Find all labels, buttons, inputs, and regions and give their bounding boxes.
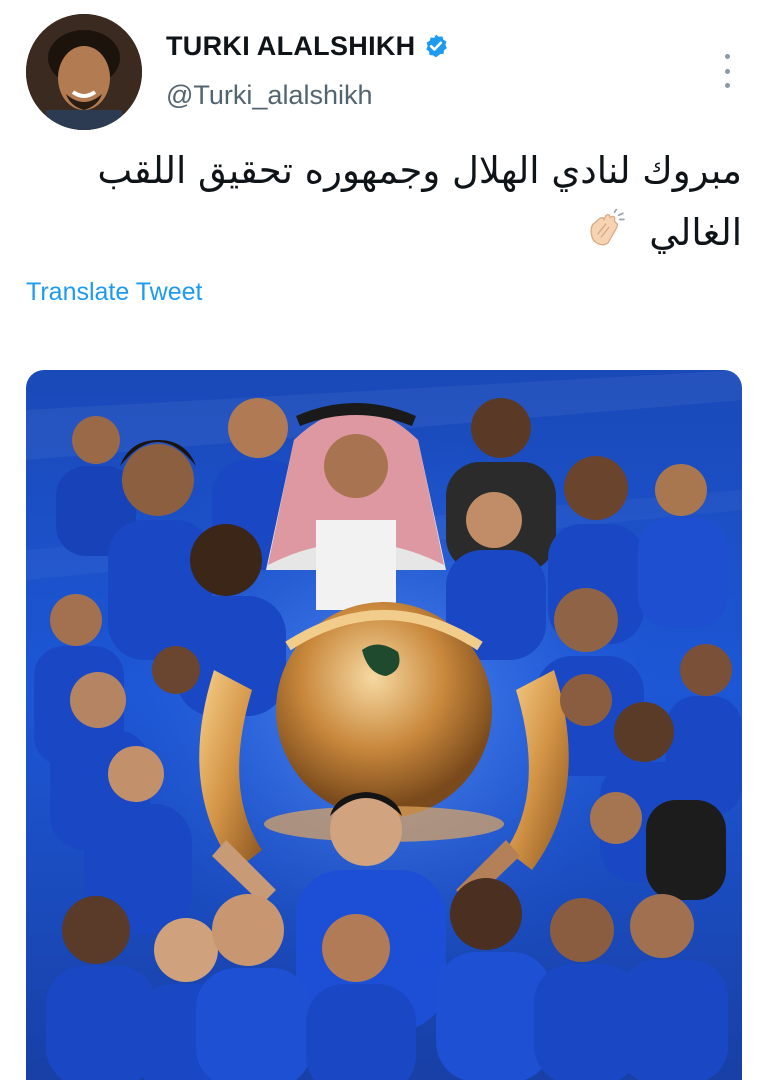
translate-tweet-link[interactable]: Translate Tweet (26, 278, 202, 307)
tweet-text-line1: مبروك لنادي الهلال وجمهوره تحقيق اللقب (97, 149, 742, 192)
tweet-header: TURKI ALALSHIKH @Turki_alalshikh (0, 0, 768, 130)
author-name-row: TURKI ALALSHIKH (166, 26, 449, 66)
tweet-text-line2: الغالي (649, 211, 742, 254)
team-celebration-poster (26, 370, 742, 1080)
author-avatar[interactable] (26, 14, 142, 130)
tweet-media-image[interactable] (26, 370, 742, 1080)
author-display-name[interactable]: TURKI ALALSHIKH (166, 31, 415, 62)
more-vertical-icon[interactable] (720, 54, 734, 88)
clapping-hands-icon (590, 209, 626, 246)
verified-badge-icon (426, 34, 448, 58)
author-handle[interactable]: @Turki_alalshikh (166, 80, 372, 111)
tweet-text-line2-row: الغالي (42, 202, 742, 264)
tweet-text: مبروك لنادي الهلال وجمهوره تحقيق اللقب ا… (42, 140, 742, 264)
